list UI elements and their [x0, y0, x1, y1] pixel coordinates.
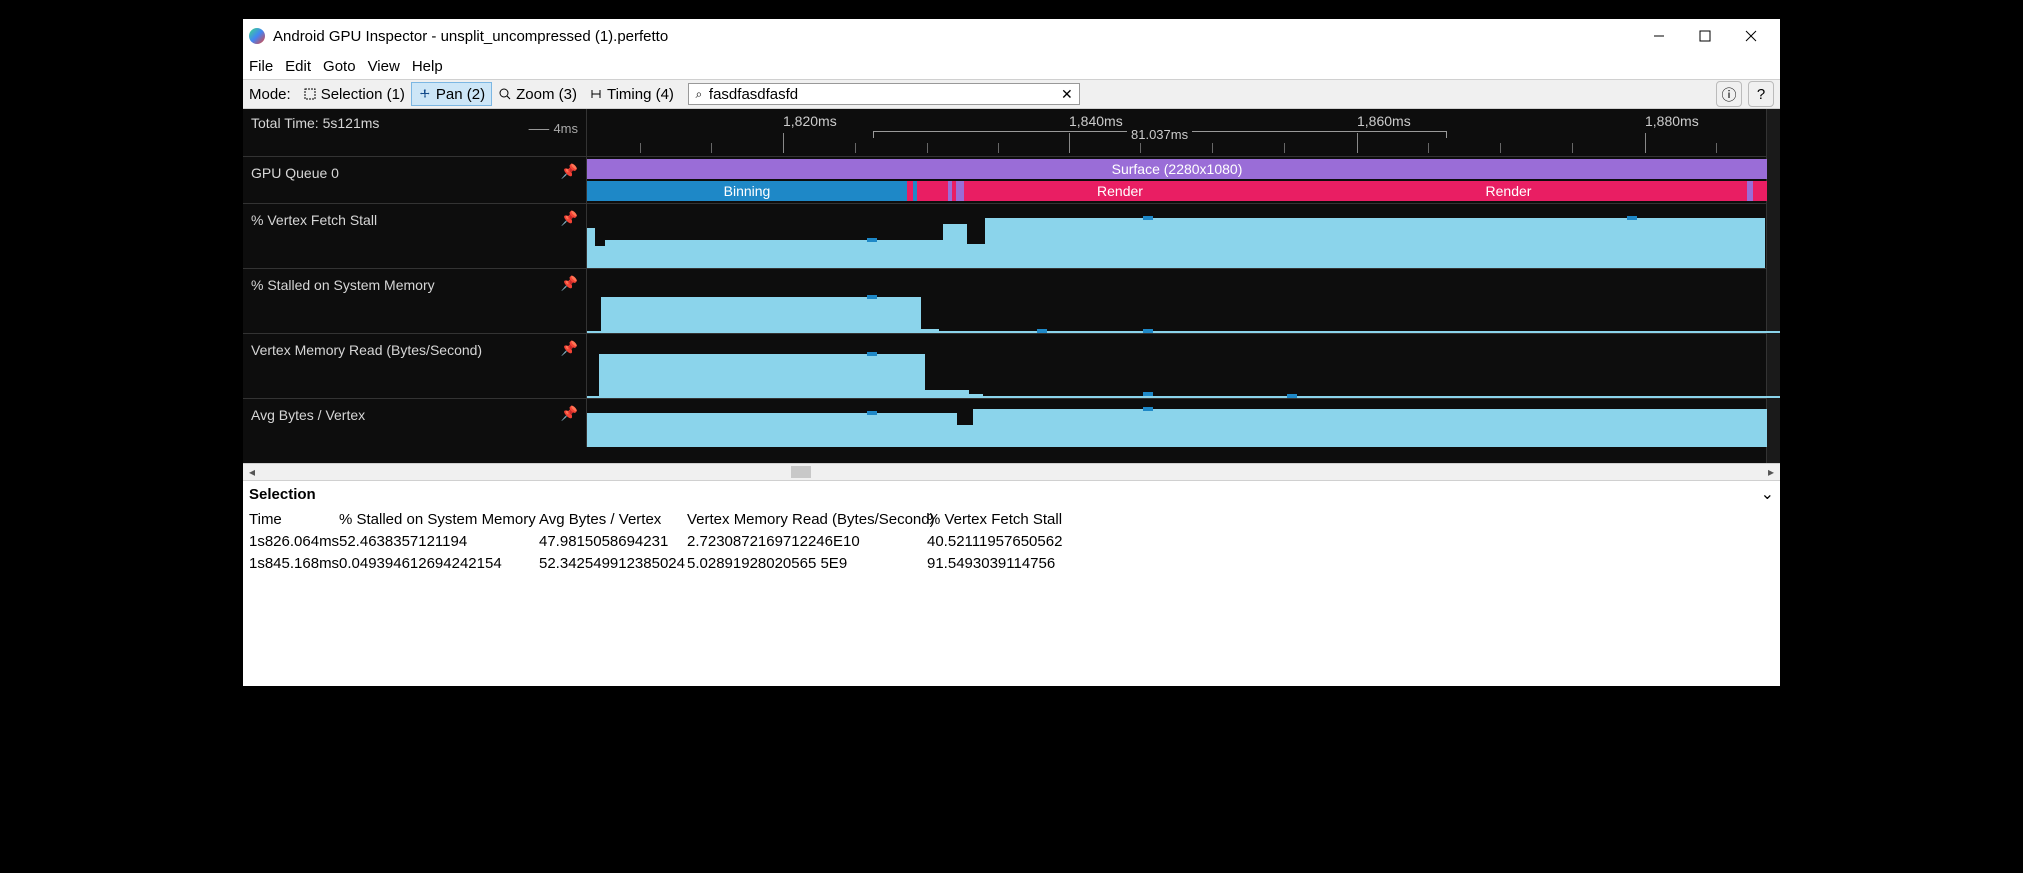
render-slice[interactable] [956, 181, 964, 201]
track-vertex-mem-read: Vertex Memory Read (Bytes/Second)📌 [243, 334, 1780, 398]
bracket-label: 81.037ms [1127, 127, 1192, 142]
menu-bar: File Edit Goto View Help [243, 53, 1780, 79]
track-vertex-fetch-stall: % Vertex Fetch Stall📌 [243, 204, 1780, 268]
selection-title: Selection [249, 486, 316, 503]
maximize-button[interactable] [1682, 19, 1728, 53]
render-bar[interactable]: Render [970, 181, 1270, 201]
time-ruler[interactable]: 1,820ms 1,840ms 1,860ms 1,880ms 81.037ms… [587, 109, 1780, 156]
menu-view[interactable]: View [368, 58, 400, 75]
pin-icon[interactable]: 📌 [561, 405, 578, 422]
mode-selection-label: Selection (1) [321, 86, 405, 103]
track-stalled-sysmem: % Stalled on System Memory📌 [243, 269, 1780, 333]
menu-goto[interactable]: Goto [323, 58, 356, 75]
col-header[interactable]: % Vertex Fetch Stall [927, 509, 1095, 531]
pin-icon[interactable]: 📌 [561, 163, 578, 180]
scale-hint: 4ms [553, 121, 578, 136]
selection-icon [303, 87, 317, 101]
render-bar[interactable]: Render [1270, 181, 1747, 201]
mode-zoom[interactable]: Zoom (3) [492, 82, 583, 106]
app-window: Android GPU Inspector - unsplit_uncompre… [242, 18, 1781, 687]
cell: 2.7230872169712246E10 [687, 531, 915, 553]
tick-label: 1,820ms [783, 113, 837, 129]
render-slice[interactable] [920, 181, 948, 201]
selection-panel-header: Selection ⌄ [243, 481, 1780, 507]
mode-toolbar: Mode: Selection (1) Pan (2) Zoom (3) Tim… [243, 79, 1780, 109]
binning-bar[interactable]: Binning [587, 181, 907, 201]
pin-icon[interactable]: 📌 [561, 210, 578, 227]
timeline-hscrollbar[interactable]: ◂ ▸ [243, 463, 1780, 481]
pin-icon[interactable]: 📌 [561, 275, 578, 292]
mode-zoom-label: Zoom (3) [516, 86, 577, 103]
menu-help[interactable]: Help [412, 58, 443, 75]
search-input[interactable] [709, 84, 1055, 104]
help-button[interactable]: ? [1748, 81, 1774, 107]
track-gpu-queue: GPU Queue 0 📌 Surface (2280x1080) Binnin… [243, 157, 1780, 203]
cell: 52.4638357121194 [339, 531, 527, 553]
scroll-right-arrow[interactable]: ▸ [1762, 465, 1780, 479]
track-label: % Stalled on System Memory [251, 277, 578, 293]
cell: 0.049394612694242154 [339, 553, 527, 575]
render-slice[interactable] [1753, 181, 1767, 201]
timing-icon [589, 87, 603, 101]
cell: 5.02891928020565 5E9 [687, 553, 915, 575]
info-button[interactable]: ⓘ [1716, 81, 1742, 107]
col-header[interactable]: Vertex Memory Read (Bytes/Second) [687, 509, 915, 531]
track-label: Vertex Memory Read (Bytes/Second) [251, 342, 578, 358]
search-box: ⌕ ✕ [688, 83, 1080, 105]
mode-selection[interactable]: Selection (1) [297, 82, 411, 106]
selection-table: Time 1s826.064ms 1s845.168ms % Stalled o… [243, 507, 1780, 577]
track-label: GPU Queue 0 [251, 165, 578, 181]
title-bar: Android GPU Inspector - unsplit_uncompre… [243, 19, 1780, 53]
minimize-button[interactable] [1636, 19, 1682, 53]
tick-label: 1,840ms [1069, 113, 1123, 129]
col-header[interactable]: Time [249, 509, 327, 531]
total-time-label: Total Time: 5s121ms [251, 115, 379, 131]
close-button[interactable] [1728, 19, 1774, 53]
tick-label: 1,860ms [1357, 113, 1411, 129]
cell: 40.52111957650562 [927, 531, 1095, 553]
col-header[interactable]: Avg Bytes / Vertex [539, 509, 675, 531]
window-title: Android GPU Inspector - unsplit_uncompre… [273, 28, 1636, 45]
mode-label: Mode: [249, 86, 291, 103]
cell: 1s845.168ms [249, 553, 327, 575]
app-icon [249, 28, 265, 44]
timeline-panel: Total Time: 5s121ms ⸺ 4ms 1,820ms 1,840m… [243, 109, 1780, 463]
surface-bar[interactable]: Surface (2280x1080) [587, 159, 1767, 179]
mode-timing-label: Timing (4) [607, 86, 674, 103]
mode-pan[interactable]: Pan (2) [411, 82, 492, 106]
pin-icon[interactable]: 📌 [561, 340, 578, 357]
cell: 91.5493039114756 [927, 553, 1095, 575]
zoom-icon [498, 87, 512, 101]
track-avg-bytes-vertex: Avg Bytes / Vertex📌 [243, 399, 1780, 447]
cell: 1s826.064ms [249, 531, 327, 553]
menu-file[interactable]: File [249, 58, 273, 75]
collapse-icon[interactable]: ⌄ [1761, 484, 1774, 504]
clear-search-icon[interactable]: ✕ [1055, 86, 1079, 103]
track-label: Avg Bytes / Vertex [251, 407, 578, 423]
scroll-thumb[interactable] [791, 466, 811, 478]
track-label: % Vertex Fetch Stall [251, 212, 578, 228]
mode-timing[interactable]: Timing (4) [583, 82, 680, 106]
cell: 52.342549912385024 [539, 553, 675, 575]
scroll-left-arrow[interactable]: ◂ [243, 465, 261, 479]
tick-label: 1,880ms [1645, 113, 1699, 129]
col-header[interactable]: % Stalled on System Memory [339, 509, 527, 531]
search-icon: ⌕ [689, 87, 709, 102]
menu-edit[interactable]: Edit [285, 58, 311, 75]
mode-pan-label: Pan (2) [436, 86, 485, 103]
pan-icon [418, 87, 432, 101]
cell: 47.9815058694231 [539, 531, 675, 553]
timeline-header-gutter: Total Time: 5s121ms ⸺ 4ms [243, 109, 587, 156]
